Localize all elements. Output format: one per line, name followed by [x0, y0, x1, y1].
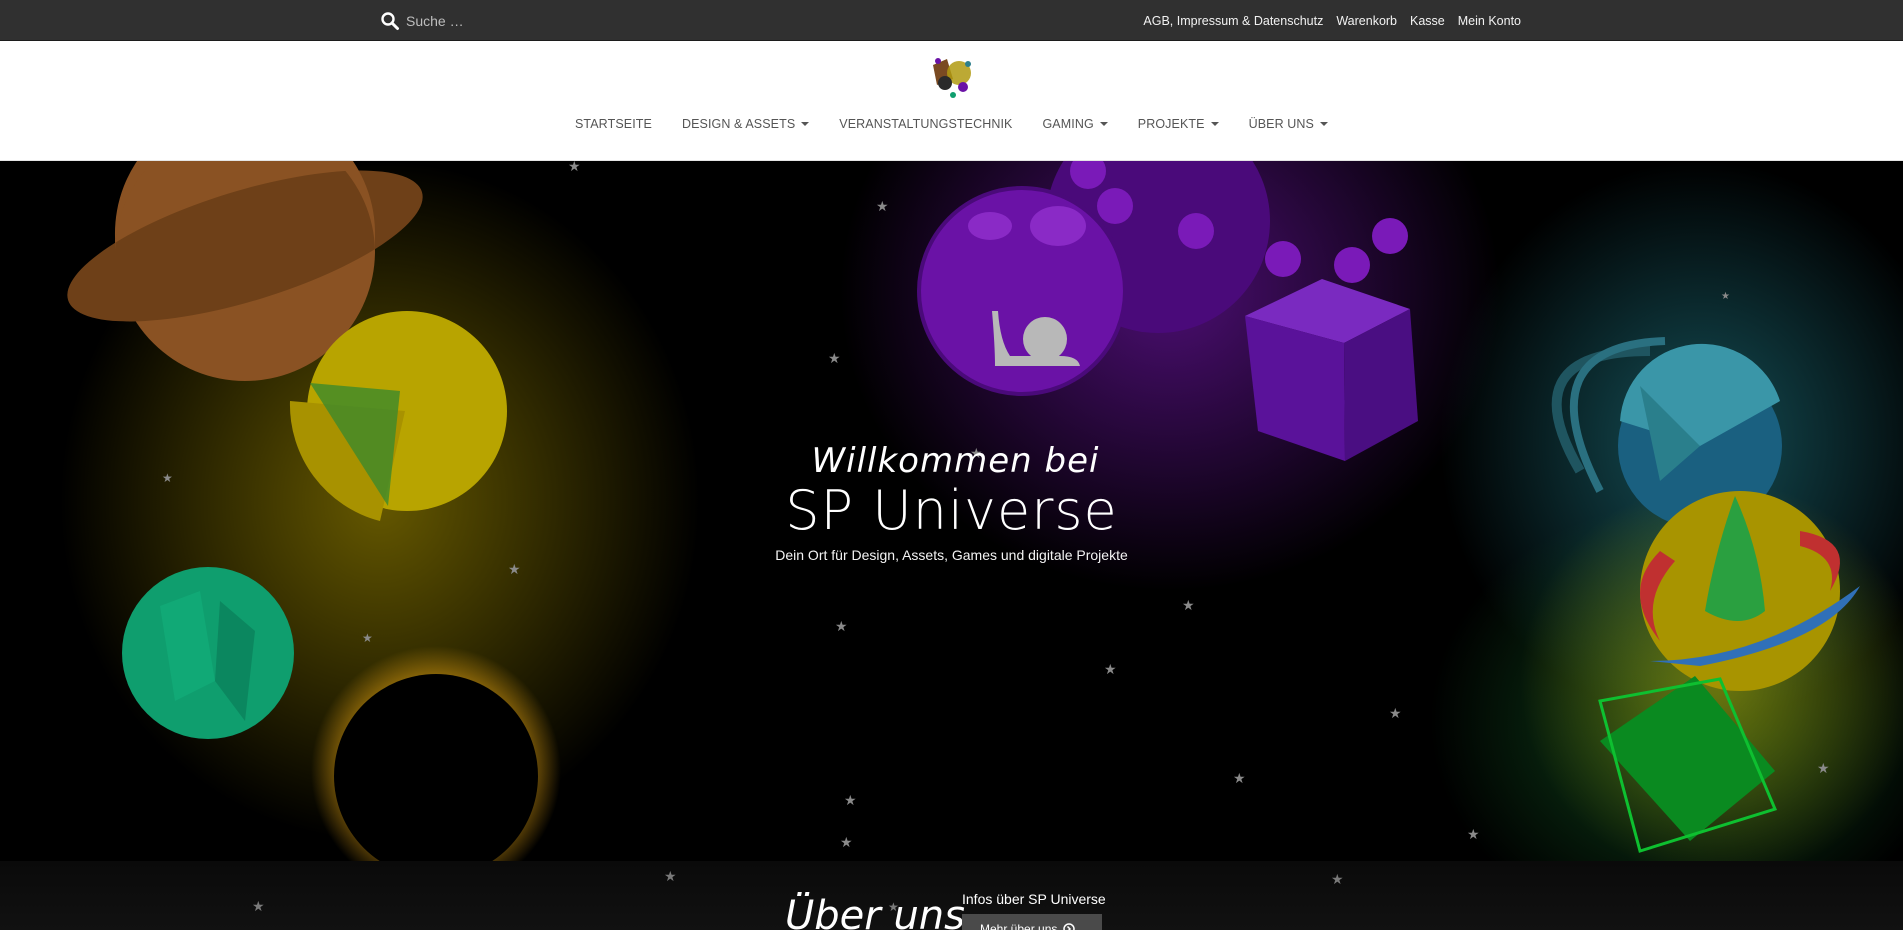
caret-down-icon — [801, 122, 810, 126]
caret-down-icon — [1319, 122, 1328, 126]
more-about-label: Mehr über uns — [980, 922, 1058, 930]
svg-text:★: ★ — [840, 835, 853, 851]
svg-text:★: ★ — [1182, 598, 1195, 614]
caret-down-icon — [1210, 122, 1219, 126]
svg-text:★: ★ — [844, 793, 857, 809]
svg-text:★: ★ — [1817, 761, 1830, 777]
nav-gaming[interactable]: GAMING — [1042, 117, 1108, 131]
main-nav: STARTSEITE DESIGN & ASSETS VERANSTALTUNG… — [0, 117, 1903, 131]
link-kasse[interactable]: Kasse — [1410, 14, 1445, 28]
hero-text: Willkommen bei SP Universe Dein Ort für … — [0, 441, 1903, 563]
caret-down-icon — [1099, 122, 1108, 126]
top-bar: AGB, Impressum & Datenschutz Warenkorb K… — [0, 0, 1903, 41]
nav-veranstaltungstechnik[interactable]: VERANSTALTUNGSTECHNIK — [839, 117, 1012, 131]
nav-startseite[interactable]: STARTSEITE — [575, 117, 652, 131]
site-header: STARTSEITE DESIGN & ASSETS VERANSTALTUNG… — [0, 41, 1903, 161]
svg-text:★: ★ — [362, 631, 373, 645]
search-icon[interactable] — [380, 11, 400, 31]
nav-projekte[interactable]: PROJEKTE — [1138, 117, 1219, 131]
svg-text:★: ★ — [568, 161, 581, 175]
search-form — [380, 8, 600, 34]
svg-text:★: ★ — [1389, 706, 1402, 722]
about-info: Infos über SP Universe — [962, 891, 1106, 907]
top-links: AGB, Impressum & Datenschutz Warenkorb K… — [1143, 0, 1521, 41]
more-about-button[interactable]: Mehr über uns — [962, 914, 1102, 930]
search-input[interactable] — [406, 13, 586, 29]
hero-subtitle: Dein Ort für Design, Assets, Games und d… — [775, 547, 1128, 563]
hero-title: SP Universe — [785, 479, 1118, 542]
nav-design-assets[interactable]: DESIGN & ASSETS — [682, 117, 810, 131]
link-mein-konto[interactable]: Mein Konto — [1458, 14, 1521, 28]
nav-ueber-uns[interactable]: ÜBER UNS — [1249, 117, 1328, 131]
svg-text:★: ★ — [876, 199, 889, 215]
svg-text:★: ★ — [1467, 827, 1480, 843]
link-warenkorb[interactable]: Warenkorb — [1336, 14, 1397, 28]
svg-text:★: ★ — [252, 899, 265, 915]
link-agb-impressum[interactable]: AGB, Impressum & Datenschutz — [1143, 14, 1323, 28]
about-section: ★ ★ ★ ★ Über uns Infos über SP Universe … — [0, 861, 1903, 930]
svg-text:★: ★ — [1721, 291, 1730, 302]
site-logo[interactable] — [923, 51, 979, 101]
svg-text:★: ★ — [1233, 771, 1246, 787]
hero-section: ★ ★ ★ ★ ★ ★ ★ ★ ★ ★ ★ ★ ★ ★ ★ ★ ★ Willko… — [0, 161, 1903, 861]
svg-text:★: ★ — [508, 562, 521, 578]
arrow-circle-icon — [1063, 923, 1076, 930]
svg-text:★: ★ — [1331, 872, 1344, 888]
svg-text:★: ★ — [828, 351, 841, 367]
svg-text:★: ★ — [1104, 662, 1117, 678]
hero-welcome: Willkommen bei — [811, 441, 1100, 481]
svg-text:★: ★ — [835, 619, 848, 635]
about-title: Über uns — [785, 893, 965, 930]
svg-text:★: ★ — [664, 869, 677, 885]
